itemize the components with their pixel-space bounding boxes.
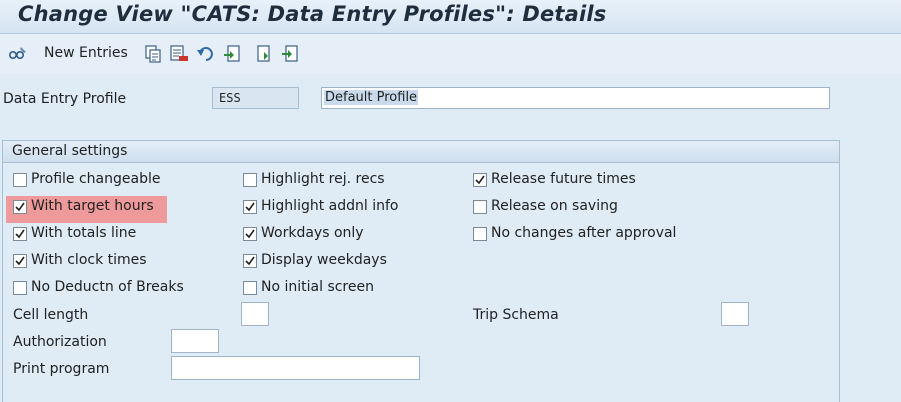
checkbox-label-col3-1: Release on saving (491, 198, 618, 214)
checkbox-label-col1-1: With target hours (31, 198, 154, 214)
trip-schema-label: Trip Schema (473, 307, 559, 323)
checkbox-label-col2-2: Workdays only (261, 225, 364, 241)
checkbox-col1-1[interactable] (13, 200, 27, 214)
checkbox-col3-0[interactable] (473, 173, 487, 187)
checkbox-col2-0[interactable] (243, 173, 257, 187)
next-entry-icon[interactable] (281, 44, 301, 64)
general-settings-header (2, 140, 840, 163)
checkbox-col1-3[interactable] (13, 254, 27, 268)
glasses-pencil-icon[interactable] (8, 44, 28, 64)
checkmark-icon (15, 229, 25, 239)
authorization-field[interactable] (171, 329, 219, 353)
checkbox-col1-4[interactable] (13, 281, 27, 295)
checkbox-col3-1[interactable] (473, 200, 487, 214)
checkmark-icon (245, 202, 255, 212)
checkbox-label-col3-2: No changes after approval (491, 225, 677, 241)
checkbox-label-col2-0: Highlight rej. recs (261, 171, 385, 187)
checkbox-label-col2-1: Highlight addnl info (261, 198, 399, 214)
checkbox-label-col1-4: No Deductn of Breaks (31, 279, 184, 295)
checkbox-col1-2[interactable] (13, 227, 27, 241)
checkbox-col2-2[interactable] (243, 227, 257, 241)
previous-entry-icon[interactable] (255, 44, 275, 64)
general-settings-title: General settings (12, 143, 128, 159)
print-program-label: Print program (13, 361, 110, 377)
checkmark-icon (475, 175, 485, 185)
delete-icon[interactable] (169, 44, 189, 64)
select-all-icon[interactable] (222, 44, 242, 64)
new-entries-button[interactable]: New Entries (44, 45, 128, 61)
checkbox-col2-3[interactable] (243, 254, 257, 268)
checkbox-col3-2[interactable] (473, 227, 487, 241)
checkbox-col2-4[interactable] (243, 281, 257, 295)
checkbox-label-col2-4: No initial screen (261, 279, 374, 295)
checkbox-label-col1-0: Profile changeable (31, 171, 161, 187)
checkbox-label-col1-2: With totals line (31, 225, 137, 241)
copy-icon[interactable] (143, 44, 163, 64)
trip-schema-field[interactable] (721, 302, 749, 326)
data-entry-profile-code-field[interactable]: ESS (212, 87, 299, 109)
data-entry-profile-label: Data Entry Profile (3, 91, 127, 107)
page-title: Change View "CATS: Data Entry Profiles":… (18, 2, 607, 26)
authorization-label: Authorization (13, 334, 107, 350)
checkbox-label-col2-3: Display weekdays (261, 252, 387, 268)
checkbox-col1-0[interactable] (13, 173, 27, 187)
checkbox-label-col3-0: Release future times (491, 171, 636, 187)
profile-description-field[interactable]: Default Profile (321, 87, 830, 109)
cell-length-label: Cell length (13, 307, 89, 323)
checkmark-icon (15, 256, 25, 266)
profile-description-text: Default Profile (324, 90, 419, 105)
cell-length-field[interactable] (241, 302, 269, 326)
undo-icon[interactable] (196, 44, 216, 64)
checkmark-icon (245, 229, 255, 239)
checkbox-col2-1[interactable] (243, 200, 257, 214)
print-program-field[interactable] (171, 356, 420, 380)
checkbox-label-col1-3: With clock times (31, 252, 147, 268)
checkmark-icon (245, 256, 255, 266)
application-toolbar (0, 34, 901, 74)
checkmark-icon (15, 202, 25, 212)
